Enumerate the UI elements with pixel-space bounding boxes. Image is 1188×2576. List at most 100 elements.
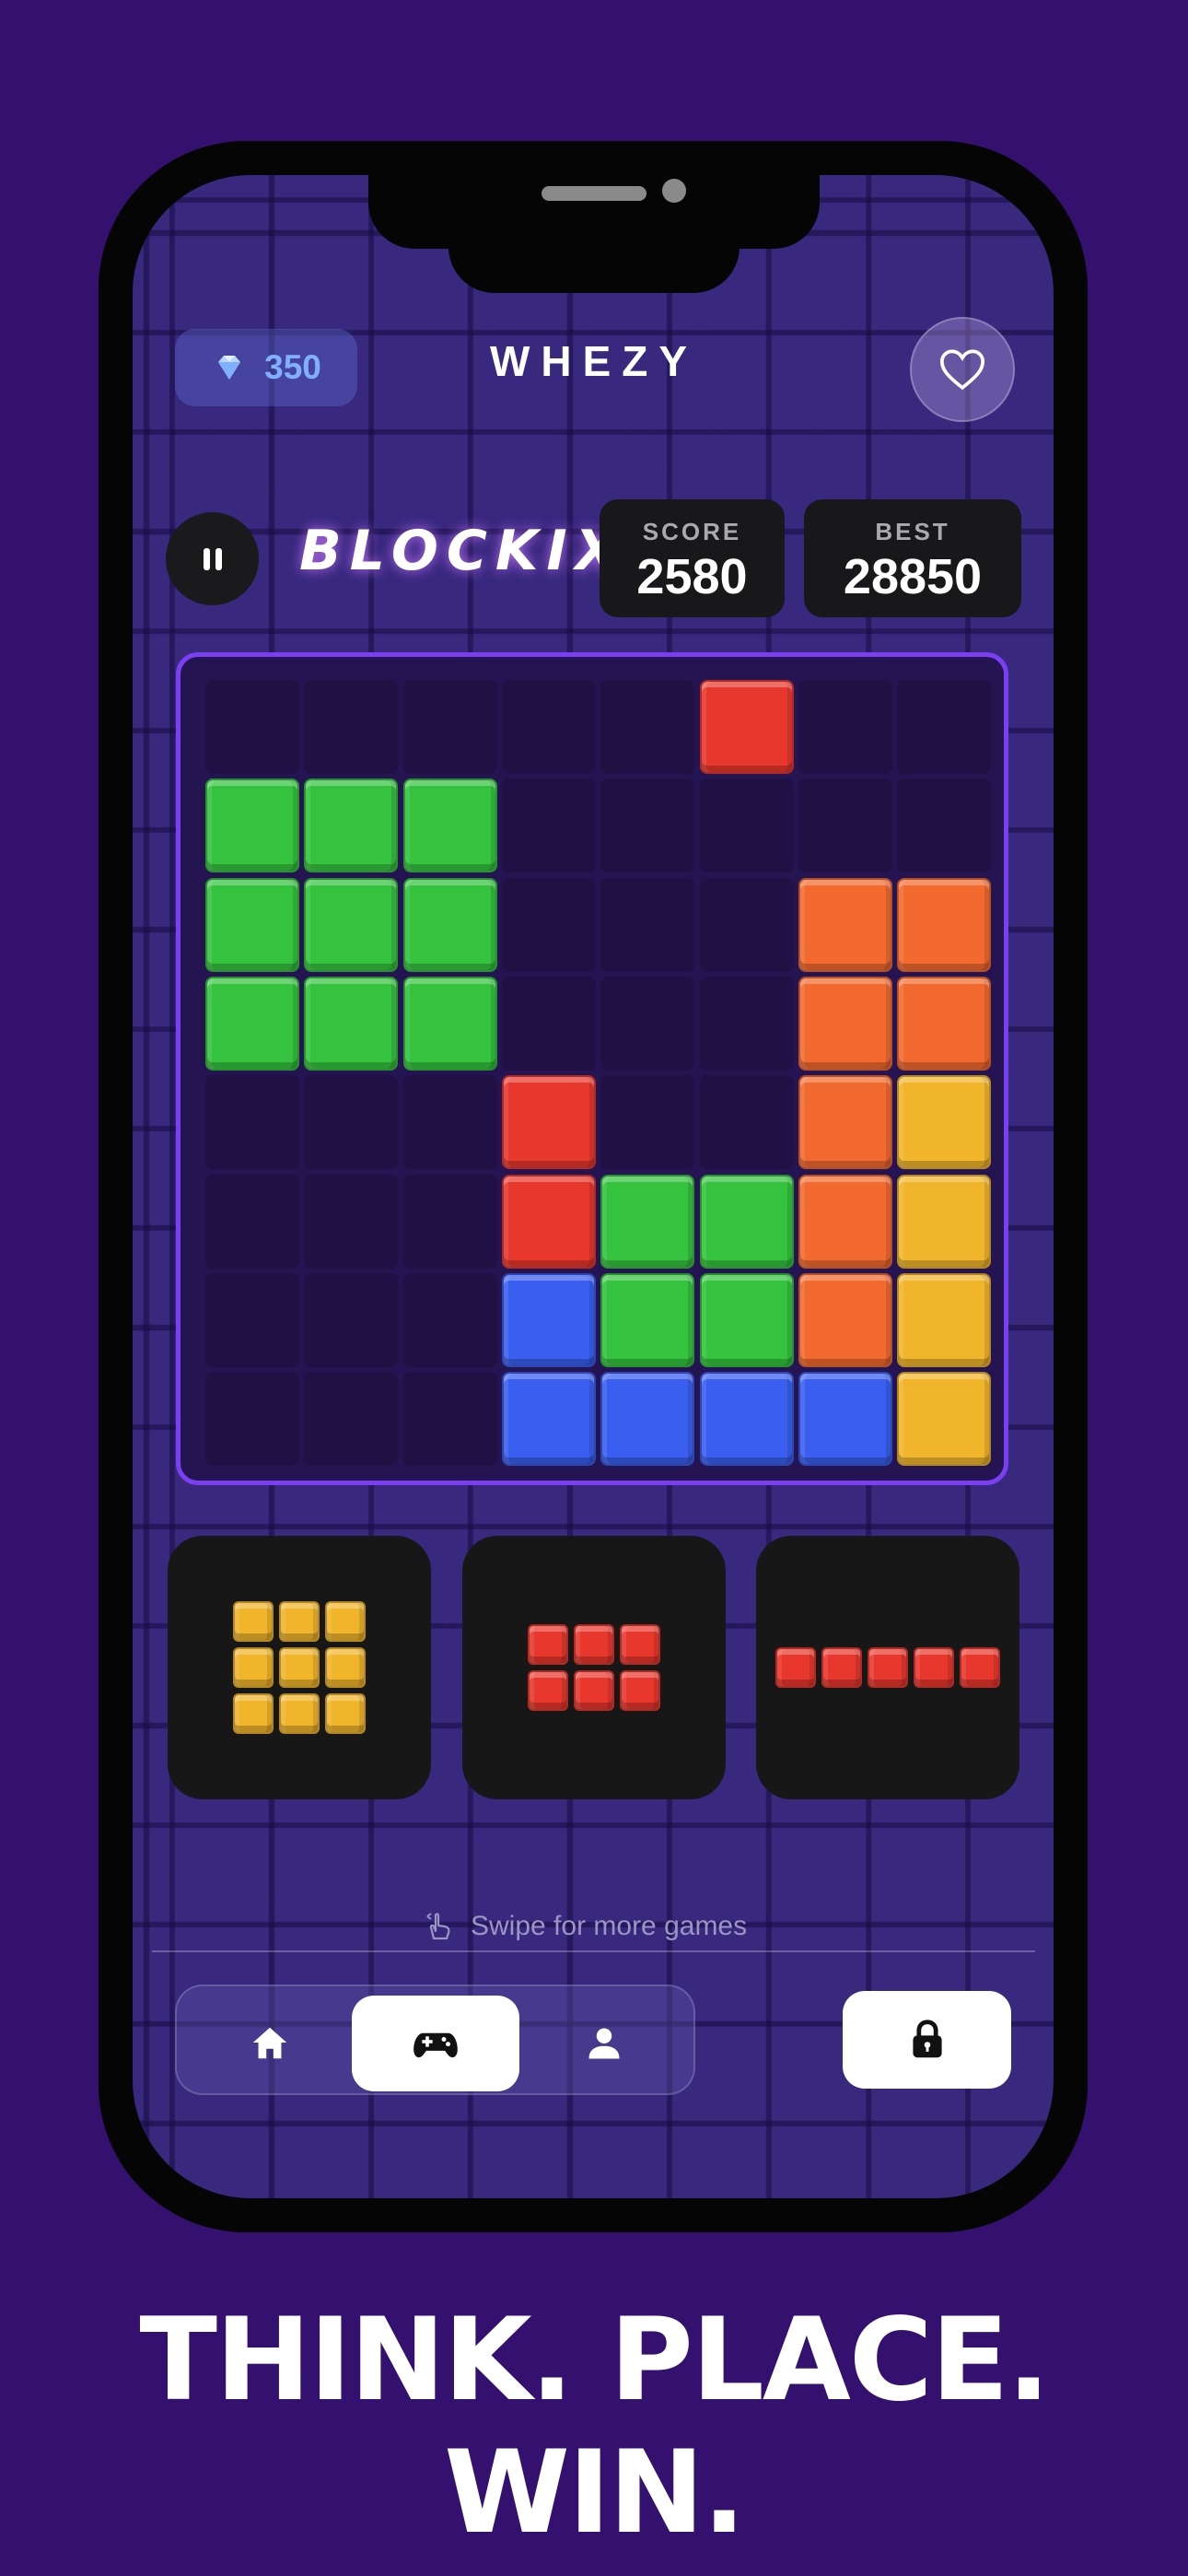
empty-cell[interactable] <box>304 680 399 774</box>
block-green[interactable] <box>699 1272 794 1367</box>
block-green[interactable] <box>699 1174 794 1269</box>
block-orange[interactable] <box>798 877 892 972</box>
empty-cell[interactable] <box>699 976 794 1071</box>
piece-block-red[interactable] <box>914 1647 954 1688</box>
block-green[interactable] <box>600 1174 695 1269</box>
piece-block-red[interactable] <box>574 1624 614 1665</box>
piece-block-red[interactable] <box>775 1647 816 1688</box>
empty-cell[interactable] <box>304 1174 399 1269</box>
heart-icon <box>939 349 985 391</box>
piece-block-red[interactable] <box>574 1670 614 1711</box>
empty-cell[interactable] <box>501 877 596 972</box>
empty-cell[interactable] <box>798 680 892 774</box>
block-green[interactable] <box>205 779 299 873</box>
best-box: BEST 28850 <box>804 499 1021 617</box>
block-green[interactable] <box>402 877 497 972</box>
piece-block-red[interactable] <box>821 1647 862 1688</box>
piece-block-red[interactable] <box>868 1647 908 1688</box>
block-green[interactable] <box>600 1272 695 1367</box>
empty-cell[interactable] <box>205 1372 299 1467</box>
game-board[interactable] <box>176 652 1008 1485</box>
score-label: SCORE <box>642 518 742 545</box>
favorite-button[interactable] <box>910 317 1015 422</box>
empty-cell[interactable] <box>600 877 695 972</box>
block-blue[interactable] <box>501 1372 596 1467</box>
empty-cell[interactable] <box>897 680 992 774</box>
block-blue[interactable] <box>600 1372 695 1467</box>
empty-cell[interactable] <box>205 680 299 774</box>
swipe-hint: Swipe for more games <box>423 1909 747 1944</box>
block-yellow[interactable] <box>897 1075 992 1170</box>
empty-cell[interactable] <box>205 1174 299 1269</box>
piece-block-red[interactable] <box>620 1624 660 1665</box>
gems-counter[interactable]: 350 <box>175 329 357 406</box>
block-green[interactable] <box>205 976 299 1071</box>
lock-button[interactable] <box>843 1991 1011 2089</box>
block-red[interactable] <box>501 1075 596 1170</box>
piece-tray-2[interactable] <box>462 1536 726 1799</box>
block-green[interactable] <box>402 779 497 873</box>
piece-block-yellow[interactable] <box>325 1693 366 1734</box>
block-red[interactable] <box>699 680 794 774</box>
empty-cell[interactable] <box>304 1372 399 1467</box>
piece-block-yellow[interactable] <box>325 1601 366 1642</box>
empty-cell[interactable] <box>402 1372 497 1467</box>
empty-cell[interactable] <box>600 779 695 873</box>
piece-block-red[interactable] <box>960 1647 1000 1688</box>
piece-block-yellow[interactable] <box>279 1693 320 1734</box>
block-orange[interactable] <box>798 976 892 1071</box>
block-green[interactable] <box>205 877 299 972</box>
block-orange[interactable] <box>897 877 992 972</box>
empty-cell[interactable] <box>897 779 992 873</box>
nav-profile[interactable] <box>520 1996 688 2091</box>
block-green[interactable] <box>304 779 399 873</box>
empty-cell[interactable] <box>205 1272 299 1367</box>
piece-block-red[interactable] <box>620 1670 660 1711</box>
piece-tray-3[interactable] <box>756 1536 1019 1799</box>
piece-block-yellow[interactable] <box>279 1601 320 1642</box>
empty-cell[interactable] <box>402 1075 497 1170</box>
empty-cell[interactable] <box>501 680 596 774</box>
empty-cell[interactable] <box>402 1174 497 1269</box>
pause-button[interactable] <box>166 512 259 605</box>
block-orange[interactable] <box>897 976 992 1071</box>
piece-block-yellow[interactable] <box>325 1647 366 1688</box>
piece-block-yellow[interactable] <box>279 1647 320 1688</box>
piece-block-red[interactable] <box>528 1624 568 1665</box>
block-green[interactable] <box>402 976 497 1071</box>
empty-cell[interactable] <box>600 1075 695 1170</box>
empty-cell[interactable] <box>402 1272 497 1367</box>
block-yellow[interactable] <box>897 1272 992 1367</box>
bottom-nav <box>175 1985 695 2095</box>
nav-home[interactable] <box>186 1996 354 2091</box>
block-green[interactable] <box>304 877 399 972</box>
empty-cell[interactable] <box>699 1075 794 1170</box>
empty-cell[interactable] <box>699 877 794 972</box>
block-yellow[interactable] <box>897 1372 992 1467</box>
block-orange[interactable] <box>798 1174 892 1269</box>
empty-cell[interactable] <box>501 779 596 873</box>
piece-tray-1[interactable] <box>168 1536 431 1799</box>
empty-cell[interactable] <box>304 1272 399 1367</box>
empty-cell[interactable] <box>798 779 892 873</box>
piece-block-yellow[interactable] <box>233 1693 274 1734</box>
empty-cell[interactable] <box>205 1075 299 1170</box>
block-orange[interactable] <box>798 1272 892 1367</box>
empty-cell[interactable] <box>304 1075 399 1170</box>
block-green[interactable] <box>304 976 399 1071</box>
piece-block-red[interactable] <box>528 1670 568 1711</box>
block-yellow[interactable] <box>897 1174 992 1269</box>
block-red[interactable] <box>501 1174 596 1269</box>
piece-block-yellow[interactable] <box>233 1601 274 1642</box>
block-blue[interactable] <box>501 1272 596 1367</box>
block-blue[interactable] <box>798 1372 892 1467</box>
empty-cell[interactable] <box>699 779 794 873</box>
empty-cell[interactable] <box>402 680 497 774</box>
empty-cell[interactable] <box>600 976 695 1071</box>
block-orange[interactable] <box>798 1075 892 1170</box>
block-blue[interactable] <box>699 1372 794 1467</box>
empty-cell[interactable] <box>600 680 695 774</box>
empty-cell[interactable] <box>501 976 596 1071</box>
nav-games[interactable] <box>352 1996 519 2091</box>
piece-block-yellow[interactable] <box>233 1647 274 1688</box>
